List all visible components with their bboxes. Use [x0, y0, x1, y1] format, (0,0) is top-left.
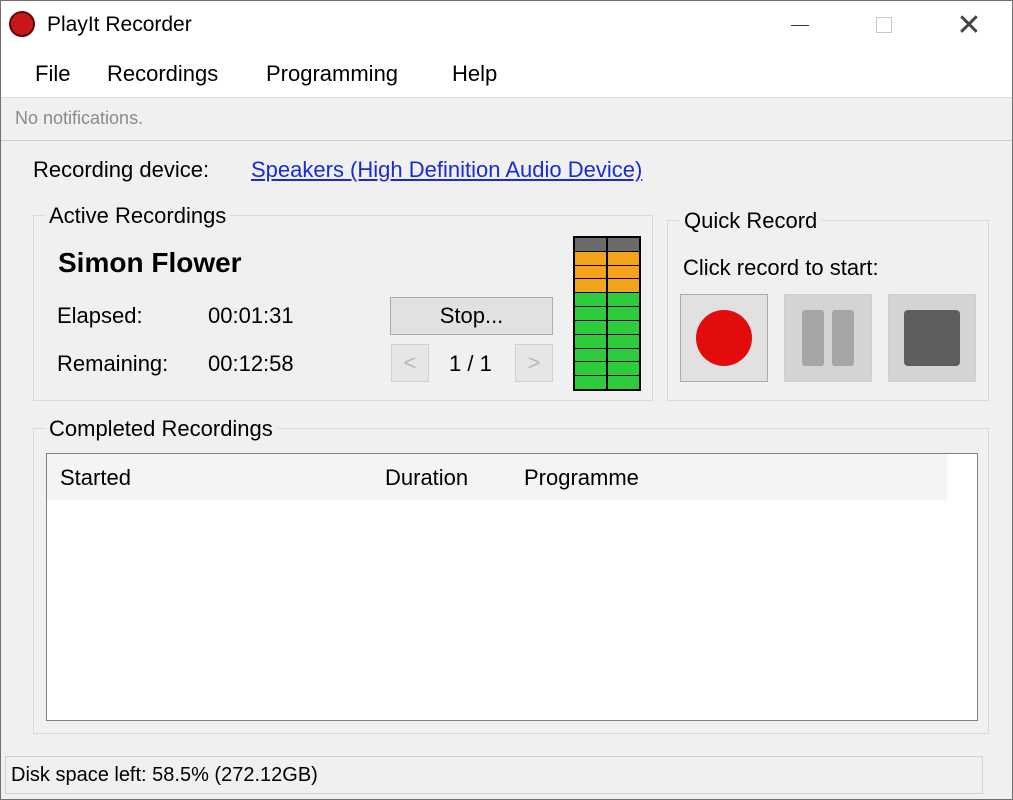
column-duration[interactable]: Duration — [385, 465, 468, 491]
app-record-icon — [9, 11, 35, 37]
quick-record-hint: Click record to start: — [683, 255, 879, 280]
notification-bar: No notifications. — [1, 98, 1012, 141]
meter-segment — [575, 238, 606, 251]
menu-programming[interactable]: Programming — [266, 61, 398, 87]
close-icon: ✕ — [956, 8, 982, 42]
quick-pause-button[interactable] — [784, 294, 872, 382]
meter-segment — [608, 265, 639, 279]
record-icon — [696, 310, 752, 366]
meter-segment — [575, 265, 606, 279]
column-programme[interactable]: Programme — [524, 465, 639, 491]
previous-recording-button[interactable]: < — [391, 344, 429, 382]
next-recording-button[interactable]: > — [515, 344, 553, 382]
meter-segment — [608, 238, 639, 251]
meter-segment — [575, 362, 606, 376]
stop-button[interactable]: Stop... — [390, 297, 553, 335]
quick-record-button[interactable] — [680, 294, 768, 382]
active-recordings-title: Active Recordings — [45, 203, 231, 229]
meter-segment — [608, 320, 639, 334]
table-header: Started Duration Programme — [47, 454, 947, 500]
recording-page-indicator: 1 / 1 — [449, 351, 492, 376]
meter-channel-right — [608, 238, 639, 389]
app-window: PlayIt Recorder ✕ File Recordings Progra… — [0, 0, 1013, 800]
meter-segment — [575, 251, 606, 265]
meter-segment — [575, 293, 606, 307]
pause-icon — [832, 310, 854, 366]
active-recording-name: Simon Flower — [58, 247, 242, 278]
completed-recordings-title: Completed Recordings — [45, 416, 277, 442]
maximize-icon — [876, 17, 892, 33]
completed-recordings-table[interactable]: Started Duration Programme — [46, 453, 978, 721]
remaining-label: Remaining: — [57, 351, 169, 376]
meter-segment — [608, 348, 639, 362]
notification-text: No notifications. — [15, 108, 144, 128]
title-bar[interactable]: PlayIt Recorder ✕ — [1, 1, 1012, 49]
window-title: PlayIt Recorder — [47, 13, 192, 36]
meter-segment — [575, 320, 606, 334]
remaining-value: 00:12:58 — [208, 351, 294, 376]
menu-file[interactable]: File — [35, 61, 70, 87]
elapsed-value: 00:01:31 — [208, 303, 294, 328]
meter-channel-left — [575, 238, 606, 389]
close-button[interactable]: ✕ — [926, 1, 1012, 49]
meter-segment — [608, 307, 639, 320]
chevron-right-icon: > — [527, 350, 541, 375]
meter-segment — [575, 334, 606, 348]
disk-space-status: Disk space left: 58.5% (272.12GB) — [11, 764, 318, 786]
meter-segment — [608, 334, 639, 348]
chevron-left-icon: < — [403, 350, 417, 375]
quick-record-title: Quick Record — [680, 208, 822, 234]
meter-segment — [575, 376, 606, 389]
meter-segment — [608, 293, 639, 307]
meter-segment — [575, 279, 606, 293]
pause-icon — [802, 310, 824, 366]
audio-level-meter — [573, 236, 641, 391]
meter-segment — [575, 307, 606, 320]
elapsed-label: Elapsed: — [57, 303, 143, 328]
meter-segment — [608, 376, 639, 389]
meter-segment — [608, 279, 639, 293]
column-started[interactable]: Started — [60, 465, 131, 491]
menu-bar: File Recordings Programming Help — [1, 49, 1012, 98]
recording-device-label: Recording device: — [33, 157, 210, 182]
menu-recordings[interactable]: Recordings — [107, 61, 218, 87]
maximize-button[interactable] — [841, 1, 927, 49]
minimize-button[interactable] — [757, 1, 843, 49]
recording-device-link[interactable]: Speakers (High Definition Audio Device) — [251, 157, 642, 183]
meter-segment — [575, 348, 606, 362]
minimize-icon — [791, 24, 809, 26]
stop-icon — [904, 310, 960, 366]
status-bar: Disk space left: 58.5% (272.12GB) — [5, 756, 983, 794]
quick-stop-button[interactable] — [888, 294, 976, 382]
menu-help[interactable]: Help — [452, 61, 497, 87]
meter-segment — [608, 251, 639, 265]
meter-segment — [608, 362, 639, 376]
